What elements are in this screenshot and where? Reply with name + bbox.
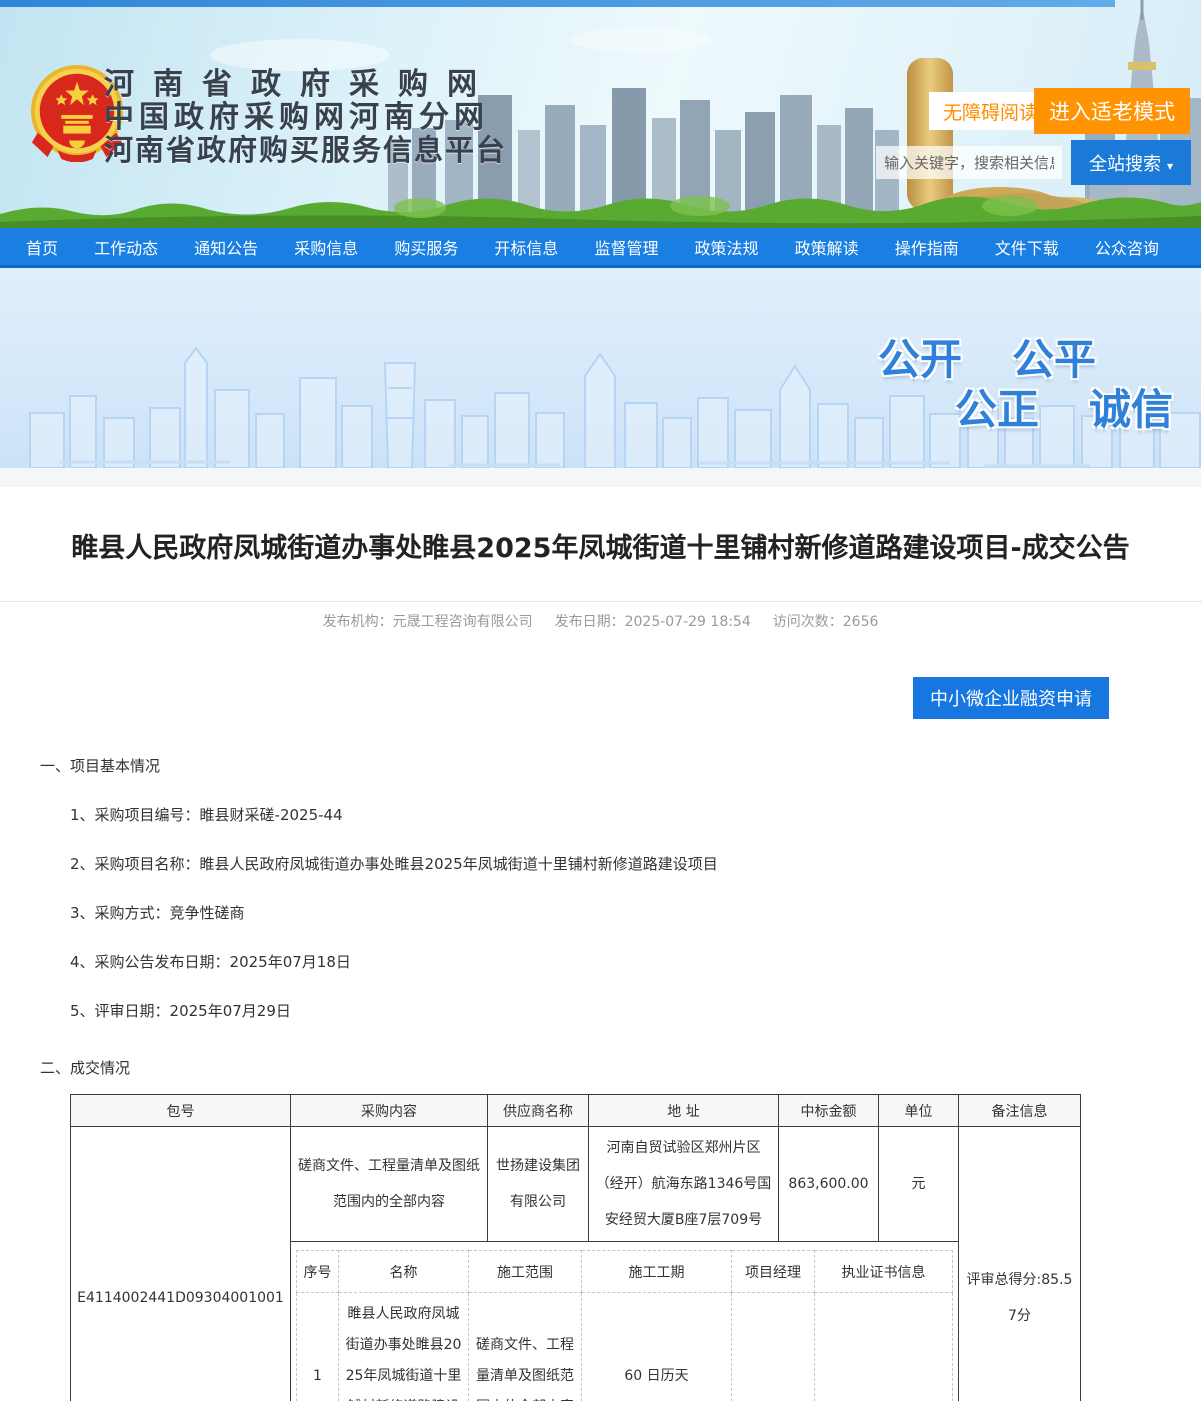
nav-item-supervision[interactable]: 监督管理 — [594, 235, 658, 259]
col-header-content: 采购内容 — [291, 1095, 488, 1127]
inner-col-manager: 项目经理 — [732, 1251, 815, 1293]
article-content: 睢县人民政府凤城街道办事处睢县2025年凤城街道十里铺村新修道路建设项目-成交公… — [0, 526, 1201, 1401]
col-header-remark: 备注信息 — [959, 1095, 1081, 1127]
inner-table-header-row: 序号 名称 施工范围 施工工期 项目经理 执业证书信息 — [297, 1251, 953, 1293]
col-header-address: 地 址 — [589, 1095, 779, 1127]
nav-item-notices[interactable]: 通知公告 — [194, 235, 258, 259]
inner-cell-manager — [732, 1293, 815, 1401]
section-basic-heading: 一、项目基本情况 — [40, 755, 1201, 776]
cell-package-no: E4114002441D09304001001 — [71, 1127, 291, 1401]
article-meta: 发布机构：元晟工程咨询有限公司 发布日期：2025-07-29 18:54 访问次数… — [0, 601, 1201, 631]
inner-cell-duration: 60 日历天 — [582, 1293, 732, 1401]
article-body: 一、项目基本情况 1、采购项目编号：睢县财采磋-2025-44 2、采购项目名称… — [0, 755, 1201, 1401]
inner-col-seq: 序号 — [297, 1251, 339, 1293]
slogan-line2: 公正 诚信 — [955, 376, 1173, 437]
inner-table-row: 1 睢县人民政府凤城街道办事处睢县2025年凤城街道十里铺村新修道路建设项目 磋… — [297, 1293, 953, 1401]
nav-item-file-download[interactable]: 文件下载 — [995, 235, 1059, 259]
site-search-button[interactable]: 全站搜索 ▾ — [1071, 140, 1191, 185]
nav-item-home[interactable]: 首页 — [26, 235, 58, 259]
publisher-value: 元晟工程咨询有限公司 — [393, 614, 533, 630]
chevron-down-icon: ▾ — [1167, 159, 1173, 173]
inner-col-certificate: 执业证书信息 — [815, 1251, 953, 1293]
page: 河南省政府采购网 中国政府采购网河南分网 河南省政府购买服务信息平台 无障碍阅读… — [0, 0, 1201, 1401]
section-award-heading: 二、成交情况 — [40, 1057, 1201, 1078]
col-header-amount: 中标金额 — [779, 1095, 879, 1127]
nav-item-procurement-info[interactable]: 采购信息 — [294, 235, 358, 259]
nav-item-work-news[interactable]: 工作动态 — [94, 235, 158, 259]
cell-amount: 863,600.00 — [779, 1127, 879, 1242]
award-table-header-row: 包号 采购内容 供应商名称 地 址 中标金额 单位 备注信息 — [71, 1095, 1081, 1127]
award-table: 包号 采购内容 供应商名称 地 址 中标金额 单位 备注信息 E41140024… — [70, 1094, 1081, 1401]
site-title-line3: 河南省政府购买服务信息平台 — [104, 134, 507, 167]
finance-button-row: 中小微企业融资申请 — [0, 677, 1201, 719]
elder-mode-button[interactable]: 进入适老模式 — [1034, 88, 1190, 134]
inner-cell-name: 睢县人民政府凤城街道办事处睢县2025年凤城街道十里铺村新修道路建设项目 — [339, 1293, 469, 1401]
cell-address: 河南自贸试验区郑州片区（经开）航海东路1346号国安经贸大厦B座7层709号 — [589, 1127, 779, 1242]
nav-item-policy-interpretation[interactable]: 政策解读 — [795, 235, 859, 259]
basic-item-review-date: 5、评审日期：2025年07月29日 — [70, 1000, 1201, 1021]
site-title-line1: 河南省政府采购网 — [104, 68, 507, 101]
cell-remark-score: 评审总得分:85.57分 — [959, 1127, 1081, 1401]
sme-financing-button[interactable]: 中小微企业融资申请 — [913, 677, 1109, 719]
detail-inner-table: 序号 名称 施工范围 施工工期 项目经理 执业证书信息 1 睢县人民政府凤城街道… — [296, 1250, 953, 1401]
award-table-main-row: E4114002441D09304001001 磋商文件、工程量清单及图纸范围内… — [71, 1127, 1081, 1242]
slogan-honest: 诚信 — [1089, 385, 1173, 434]
publisher-label: 发布机构： — [323, 614, 393, 630]
basic-item-method: 3、采购方式：竞争性磋商 — [70, 902, 1201, 923]
basic-item-project-name: 2、采购项目名称：睢县人民政府凤城街道办事处睢县2025年凤城街道十里铺村新修道… — [70, 853, 1201, 874]
col-header-unit: 单位 — [879, 1095, 959, 1127]
cell-unit: 元 — [879, 1127, 959, 1242]
page-title: 睢县人民政府凤城街道办事处睢县2025年凤城街道十里铺村新修道路建设项目-成交公… — [0, 526, 1201, 565]
site-title-line2: 中国政府采购网河南分网 — [104, 101, 507, 134]
nav-item-public-consultation[interactable]: 公众咨询 — [1095, 235, 1159, 259]
publish-date-label: 发布日期： — [555, 614, 625, 630]
inner-col-name: 名称 — [339, 1251, 469, 1293]
nav-item-purchase-services[interactable]: 购买服务 — [394, 235, 458, 259]
visits-value: 2656 — [843, 614, 879, 630]
inner-cell-seq: 1 — [297, 1293, 339, 1401]
nav-item-operation-guide[interactable]: 操作指南 — [895, 235, 959, 259]
slogan-open: 公开 — [878, 335, 962, 384]
slogan-banner: 公开公平 公正诚信 — [0, 268, 1201, 468]
detail-cell: 序号 名称 施工范围 施工工期 项目经理 执业证书信息 1 睢县人民政府凤城街道… — [291, 1242, 959, 1401]
search-input[interactable] — [876, 146, 1062, 179]
basic-item-project-no: 1、采购项目编号：睢县财采磋-2025-44 — [70, 804, 1201, 825]
inner-col-duration: 施工工期 — [582, 1251, 732, 1293]
col-header-package-no: 包号 — [71, 1095, 291, 1127]
inner-col-scope: 施工范围 — [469, 1251, 582, 1293]
site-search-label: 全站搜索 — [1089, 154, 1161, 175]
top-blue-strip — [0, 0, 1115, 7]
nav-item-bid-opening-info[interactable]: 开标信息 — [494, 235, 558, 259]
col-header-supplier: 供应商名称 — [488, 1095, 589, 1127]
site-title-block: 河南省政府采购网 中国政府采购网河南分网 河南省政府购买服务信息平台 — [104, 68, 507, 167]
basic-item-announce-date: 4、采购公告发布日期：2025年07月18日 — [70, 951, 1201, 972]
cell-content: 磋商文件、工程量清单及图纸范围内的全部内容 — [291, 1127, 488, 1242]
nav-item-policies-regulations[interactable]: 政策法规 — [695, 235, 759, 259]
slogan-just: 公正 — [955, 385, 1039, 434]
inner-cell-certificate — [815, 1293, 953, 1401]
main-nav: 首页 工作动态 通知公告 采购信息 购买服务 开标信息 监督管理 政策法规 政策… — [0, 228, 1201, 268]
divider-strip — [0, 468, 1201, 486]
cell-supplier: 世扬建设集团有限公司 — [488, 1127, 589, 1242]
inner-cell-scope: 磋商文件、工程量清单及图纸范围内的全部内容 — [469, 1293, 582, 1401]
visits-label: 访问次数： — [773, 614, 843, 630]
publish-date-value: 2025-07-29 18:54 — [625, 614, 751, 630]
site-header: 河南省政府采购网 中国政府采购网河南分网 河南省政府购买服务信息平台 无障碍阅读… — [0, 0, 1201, 228]
